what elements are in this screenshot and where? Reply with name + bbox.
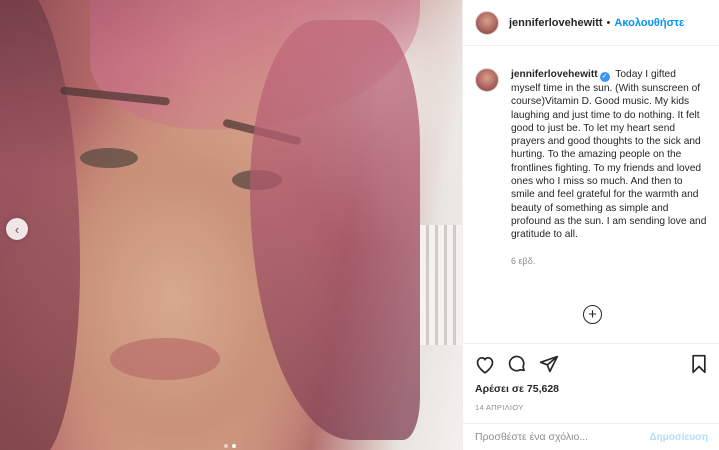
action-bar: Αρέσει σε 75,628 14 ΑΠΡΙΛΙΟΥ <box>463 343 719 412</box>
photo-hair-right <box>250 20 420 440</box>
caption-username[interactable]: jenniferlovehewitt <box>511 69 598 80</box>
carousel-dots <box>224 444 236 448</box>
header-separator: • <box>606 16 611 29</box>
post-side-panel: jenniferlovehewitt • Ακολουθήστε jennife… <box>462 0 719 450</box>
photo-eye-left <box>80 148 138 168</box>
post-date: 14 ΑΠΡΙΛΙΟΥ <box>475 403 524 412</box>
post-comment-button[interactable]: Δημοσίευση <box>649 432 708 443</box>
caption-text: Today I gifted myself time in the sun. (… <box>511 69 707 241</box>
comment-icon[interactable] <box>507 354 527 374</box>
photo-railing <box>420 225 462 345</box>
carousel-prev-button[interactable]: ‹ <box>6 218 28 240</box>
post-header: jenniferlovehewitt • Ακολουθήστε <box>463 0 719 46</box>
verified-badge-icon: ✓ <box>599 72 610 82</box>
post-photo[interactable]: ‹ <box>0 0 462 450</box>
caption-body: jenniferlovehewitt ✓ Today I gifted mysel… <box>511 68 707 268</box>
caption: jenniferlovehewitt ✓ Today I gifted mysel… <box>463 46 719 268</box>
header-username[interactable]: jenniferlovehewitt <box>509 17 603 29</box>
likes-count[interactable]: Αρέσει σε 75,628 <box>475 383 708 395</box>
bookmark-icon[interactable] <box>690 354 708 374</box>
carousel-dot-active <box>232 444 236 448</box>
action-icons <box>475 352 708 376</box>
chevron-left-icon: ‹ <box>14 221 20 237</box>
follow-button[interactable]: Ακολουθήστε <box>614 17 684 29</box>
heart-icon[interactable] <box>475 355 495 374</box>
paper-plane-icon[interactable] <box>539 354 559 374</box>
comment-bar: Δημοσίευση <box>463 423 719 450</box>
plus-circle-icon[interactable]: + <box>583 305 602 324</box>
caption-time[interactable]: 6 εβδ. <box>511 255 707 268</box>
comment-input[interactable] <box>475 431 650 443</box>
caption-avatar[interactable] <box>475 68 499 92</box>
photo-lips <box>110 338 220 380</box>
avatar[interactable] <box>475 10 499 35</box>
carousel-dot <box>224 444 228 448</box>
